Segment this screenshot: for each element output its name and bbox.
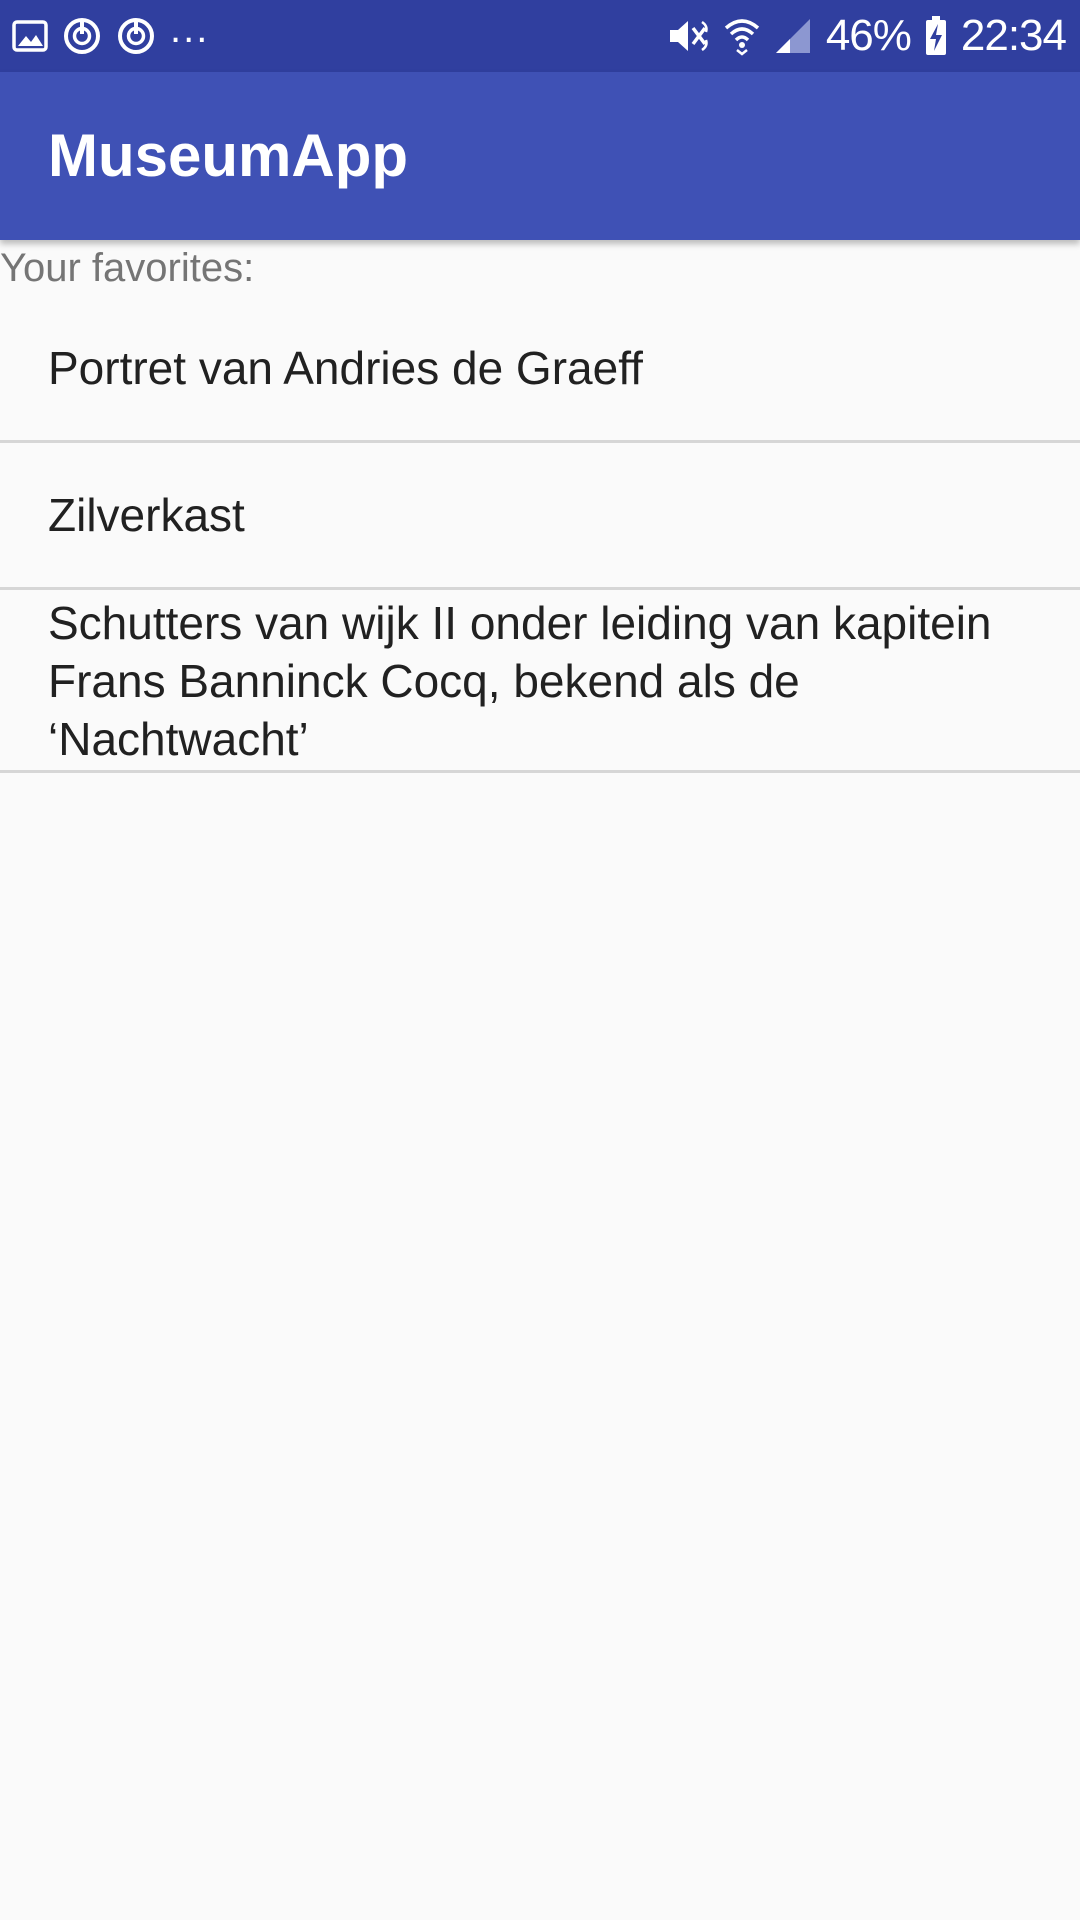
clock: 22:34: [960, 11, 1067, 60]
favorite-item-title: Portret van Andries de Graeff: [48, 342, 643, 394]
favorites-label: Your favorites:: [0, 246, 255, 290]
favorites-list: Portret van Andries de Graeff Zilverkast…: [0, 296, 1080, 773]
status-bar: ... 46% 22:34: [0, 0, 1080, 72]
sync-icon: [116, 16, 156, 56]
sync-icon: [62, 16, 102, 56]
favorite-item[interactable]: Schutters van wijk II onder leiding van …: [0, 590, 1080, 773]
notification-icons: ...: [12, 0, 209, 72]
app-title: MuseumApp: [48, 122, 408, 189]
mute-icon: [666, 16, 710, 56]
wifi-icon: [724, 16, 760, 56]
favorites-screen: Your favorites: Portret van Andries de G…: [0, 240, 1080, 773]
favorite-item-title: Schutters van wijk II onder leiding van …: [48, 597, 992, 765]
app-toolbar: MuseumApp: [0, 72, 1080, 240]
battery-charging-icon: [925, 16, 947, 56]
system-indicators: 46% 22:34: [666, 0, 1067, 72]
signal-icon: [774, 17, 812, 55]
favorite-item[interactable]: Zilverkast: [0, 443, 1080, 590]
favorite-item-title: Zilverkast: [48, 489, 245, 541]
battery-percentage: 46%: [825, 11, 912, 60]
more-notifications-indicator: ...: [170, 7, 210, 51]
gallery-icon: [12, 18, 48, 54]
favorite-item[interactable]: Portret van Andries de Graeff: [0, 296, 1080, 443]
